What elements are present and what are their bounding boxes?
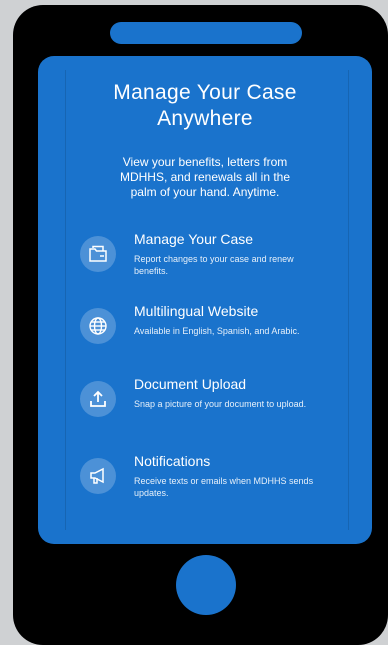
upload-icon bbox=[80, 381, 116, 417]
feature-title: Manage Your Case bbox=[134, 231, 254, 247]
feature-title: Notifications bbox=[134, 453, 211, 469]
feature-title: Multilingual Website bbox=[134, 303, 259, 319]
phone-speaker bbox=[110, 22, 302, 44]
feature-title: Document Upload bbox=[134, 376, 247, 392]
feature-description: Available in English, Spanish, and Arabi… bbox=[134, 326, 300, 336]
folder-icon bbox=[80, 236, 116, 272]
page-title: Manage Your Case Anywhere bbox=[0, 80, 388, 132]
page-title-line1: Manage Your Case bbox=[113, 81, 297, 104]
globe-icon bbox=[80, 308, 116, 344]
page-subtitle: View your benefits, letters from MDHHS, … bbox=[119, 155, 291, 199]
feature-description: Report changes to your case and renew be… bbox=[134, 254, 294, 276]
home-button bbox=[176, 555, 236, 615]
megaphone-icon bbox=[80, 458, 116, 494]
feature-description: Snap a picture of your document to uploa… bbox=[134, 399, 307, 409]
page-title-line2: Anywhere bbox=[157, 107, 253, 130]
feature-description: Receive texts or emails when MDHHS sends… bbox=[134, 476, 314, 498]
